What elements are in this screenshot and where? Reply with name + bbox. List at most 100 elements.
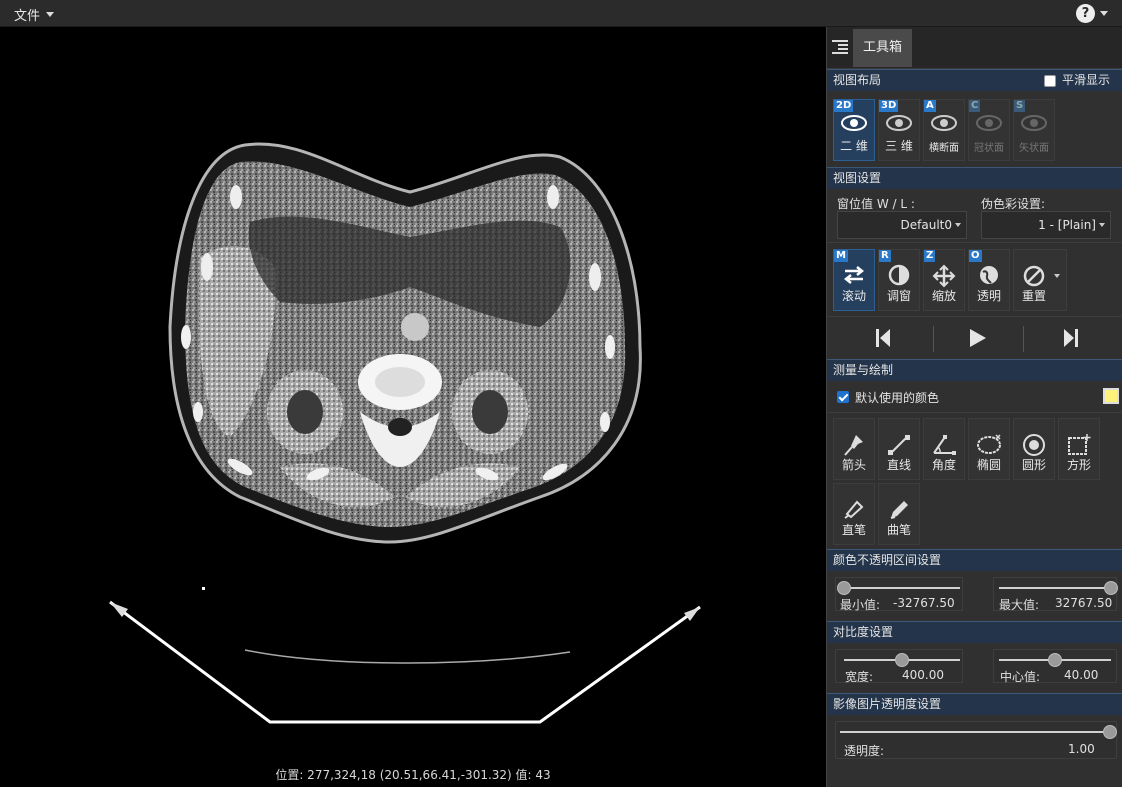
window-level-select[interactable]: Default0 <box>837 211 967 239</box>
eye-icon <box>841 115 867 131</box>
view-layout-title: 视图布局 <box>833 73 882 87</box>
line-icon <box>888 435 910 455</box>
image-viewer[interactable]: 位置: 277,324,18 (20.51,66.41,-301.32) 值: … <box>0 27 826 787</box>
slider-thumb[interactable] <box>1048 653 1062 667</box>
smooth-display-checkbox[interactable] <box>1043 74 1056 87</box>
scroll-arrows-icon <box>843 266 865 284</box>
view-mode-label: 二 维 <box>840 139 868 153</box>
default-color-row: 默认使用的颜色 <box>827 381 1122 413</box>
eye-icon <box>886 115 912 131</box>
tool-label: 缩放 <box>931 289 956 303</box>
skip-back-icon[interactable] <box>873 320 893 356</box>
pin-icon <box>844 435 863 456</box>
default-color-checkbox[interactable] <box>837 391 849 403</box>
width-label: 宽度: <box>845 670 874 684</box>
ellipse-tool-button[interactable]: 椭圆 <box>968 418 1010 480</box>
view-mode-axial-button[interactable]: A 横断面 <box>923 99 965 161</box>
skip-forward-icon[interactable] <box>1061 320 1081 356</box>
play-icon[interactable] <box>966 320 988 356</box>
tool-label: 滚动 <box>841 289 866 303</box>
ellipse-icon <box>977 434 1001 454</box>
width-value: 400.00 <box>902 668 944 682</box>
smooth-display-toggle[interactable]: 平滑显示 <box>1043 70 1110 91</box>
window-tool-button[interactable]: R 调窗 <box>878 249 920 311</box>
slider-track <box>840 731 1110 733</box>
move-arrows-icon <box>932 264 956 288</box>
view-mode-2d-button[interactable]: 2D 二 维 <box>833 99 875 161</box>
view-mode-badge: A <box>924 100 936 112</box>
toolbox-panel: 工具箱 视图布局 平滑显示 2D 二 维 3D 三 维 A 横断面 C 冠状面 <box>826 27 1122 787</box>
line-tool-button[interactable]: 直线 <box>878 418 920 480</box>
straight-pen-tool-button[interactable]: 直笔 <box>833 483 875 545</box>
view-mode-label: 横断面 <box>929 143 959 154</box>
pseudo-color-select[interactable]: 1 - [Plain] <box>981 211 1111 239</box>
slider-thumb[interactable] <box>1103 725 1117 739</box>
view-mode-sagittal-button[interactable]: S 矢状面 <box>1013 99 1055 161</box>
help-menu[interactable]: ? <box>1076 4 1108 23</box>
curve-pen-tool-button[interactable]: 曲笔 <box>878 483 920 545</box>
view-tools-row: M 滚动 R 调窗 Z 缩放 O 透明 重置 <box>827 243 1122 317</box>
slider-track <box>844 587 960 589</box>
contrast-icon <box>888 264 910 286</box>
globe-icon <box>980 266 998 284</box>
min-slider[interactable]: 最小值: -32767.50 <box>835 577 963 612</box>
measure-header: 测量与绘制 <box>827 359 1122 381</box>
panel-collapse-icon[interactable] <box>832 40 848 54</box>
scroll-tool-button[interactable]: M 滚动 <box>833 249 875 311</box>
pen-nib-icon <box>844 500 864 519</box>
tool-badge: R <box>879 250 891 262</box>
contrast-header: 对比度设置 <box>827 621 1122 643</box>
window-level-label: 窗位值 W / L : <box>837 197 915 211</box>
default-color-label: 默认使用的颜色 <box>855 391 940 405</box>
view-mode-label: 矢状面 <box>1019 143 1049 154</box>
tool-label: 椭圆 <box>976 458 1001 472</box>
transparency-slider[interactable]: 透明度: 1.00 <box>835 721 1117 759</box>
slider-thumb[interactable] <box>895 653 909 667</box>
view-mode-label: 三 维 <box>885 139 913 153</box>
transparency-tool-button[interactable]: O 透明 <box>968 249 1010 311</box>
view-mode-3d-button[interactable]: 3D 三 维 <box>878 99 920 161</box>
menubar: 文件 ? <box>0 0 1122 27</box>
contrast-sliders: 宽度: 400.00 中心值: 40.00 <box>827 643 1122 693</box>
panel-tabs: 工具箱 <box>827 27 1122 69</box>
playback-divider <box>1023 326 1024 352</box>
tool-label: 圆形 <box>1021 458 1046 472</box>
chevron-down-icon <box>1100 11 1108 16</box>
image-opacity-header: 影像图片透明度设置 <box>827 693 1122 715</box>
circle-tool-button[interactable]: 圆形 <box>1013 418 1055 480</box>
view-mode-row: 2D 二 维 3D 三 维 A 横断面 C 冠状面 S 矢状面 <box>827 91 1122 167</box>
center-value: 40.00 <box>1064 668 1099 682</box>
zoom-tool-button[interactable]: Z 缩放 <box>923 249 965 311</box>
tool-badge: O <box>969 250 982 262</box>
color-swatch[interactable] <box>1103 388 1119 404</box>
eye-icon <box>931 115 957 131</box>
file-menu[interactable]: 文件 <box>14 5 55 24</box>
tab-toolbox[interactable]: 工具箱 <box>853 29 912 67</box>
slider-thumb[interactable] <box>1104 581 1118 595</box>
chevron-down-icon <box>1054 274 1060 278</box>
ct-slice-image <box>109 142 701 724</box>
max-slider[interactable]: 最大值: 32767.50 <box>993 577 1118 612</box>
tool-label: 重置 <box>1021 289 1046 303</box>
center-slider[interactable]: 中心值: 40.00 <box>993 649 1117 684</box>
view-settings-header: 视图设置 <box>827 167 1122 189</box>
view-mode-badge: 2D <box>834 100 854 112</box>
view-settings-title: 视图设置 <box>833 171 882 185</box>
angle-tool-button[interactable]: 角度 <box>923 418 965 480</box>
chevron-down-icon <box>955 223 961 227</box>
slider-thumb[interactable] <box>837 581 851 595</box>
opacity-range-header: 颜色不透明区间设置 <box>827 549 1122 571</box>
contrast-title: 对比度设置 <box>833 625 894 639</box>
circle-icon <box>1023 434 1045 456</box>
image-opacity-title: 影像图片透明度设置 <box>833 697 942 711</box>
reset-tool-button[interactable]: 重置 <box>1013 249 1067 311</box>
arrow-tool-button[interactable]: 箭头 <box>833 418 875 480</box>
width-slider[interactable]: 宽度: 400.00 <box>835 649 963 684</box>
view-mode-coronal-button[interactable]: C 冠状面 <box>968 99 1010 161</box>
tool-label: 角度 <box>931 458 956 472</box>
min-label: 最小值: <box>840 598 881 612</box>
reset-icon <box>1023 265 1045 287</box>
square-tool-button[interactable]: 方形 <box>1058 418 1100 480</box>
transparency-value: 1.00 <box>1068 742 1095 756</box>
angle-icon <box>933 435 956 455</box>
